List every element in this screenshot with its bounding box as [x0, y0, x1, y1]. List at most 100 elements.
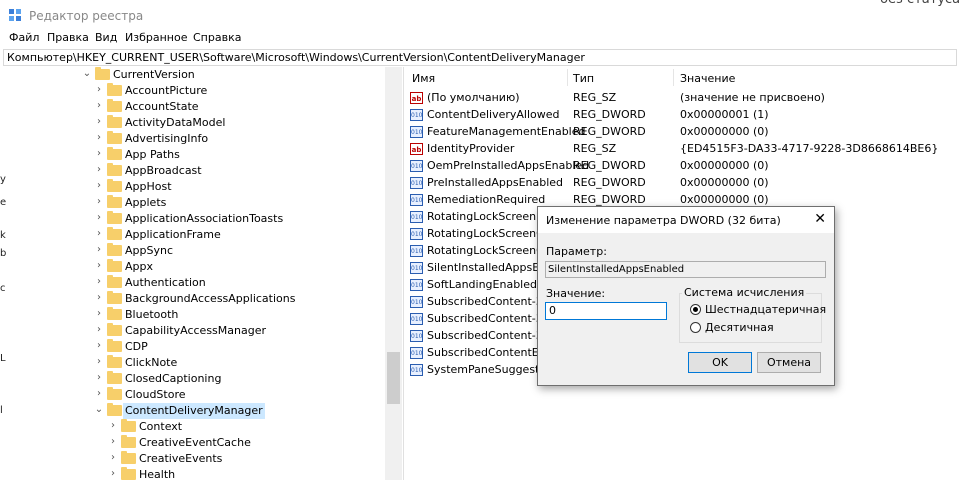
radio-dec[interactable] — [690, 322, 701, 333]
column-divider[interactable] — [567, 69, 568, 86]
tree-item[interactable]: › CreativeEvents — [0, 451, 385, 467]
chevron-right-icon[interactable]: › — [108, 453, 118, 463]
column-header-data[interactable]: Значение — [680, 72, 735, 85]
tree-item-label[interactable]: Context — [137, 419, 184, 435]
chevron-right-icon[interactable]: › — [108, 469, 118, 479]
column-header-name[interactable]: Имя — [412, 72, 435, 85]
chevron-right-icon[interactable]: › — [94, 277, 104, 287]
tree-item-label[interactable]: CloudStore — [123, 387, 188, 403]
tree-item-label[interactable]: CreativeEventCache — [137, 435, 253, 451]
tree-item[interactable]: › AppBroadcast — [0, 163, 385, 179]
tree-item[interactable]: › ClickNote — [0, 355, 385, 371]
value-row[interactable]: 010 ContentDeliveryAllowed REG_DWORD 0x0000… — [407, 107, 960, 124]
tree-item-label[interactable]: CDP — [123, 339, 150, 355]
tree-item[interactable]: › AccountPicture — [0, 83, 385, 99]
chevron-down-icon[interactable]: ⌄ — [94, 405, 104, 415]
tree-item[interactable]: › AppSync — [0, 243, 385, 259]
radio-hex[interactable] — [690, 304, 701, 315]
tree-item-label[interactable]: ApplicationAssociationToasts — [123, 211, 285, 227]
column-divider[interactable] — [673, 69, 674, 86]
tree-item-label[interactable]: CreativeEvents — [137, 451, 224, 467]
tree-item-label[interactable]: Health — [137, 467, 177, 480]
tree-item[interactable]: › CDP — [0, 339, 385, 355]
tree-item-label[interactable]: CurrentVersion — [111, 67, 197, 83]
value-row[interactable]: ab (По умолчанию) REG_SZ (значение не присв… — [407, 90, 960, 107]
menu-favorites[interactable]: Избранное — [125, 31, 187, 44]
chevron-right-icon[interactable]: › — [94, 325, 104, 335]
chevron-right-icon[interactable]: › — [94, 261, 104, 271]
tree-item-label[interactable]: AppSync — [123, 243, 175, 259]
radio-dec-label[interactable]: Десятичная — [705, 321, 774, 334]
chevron-right-icon[interactable]: › — [108, 421, 118, 431]
tree-item[interactable]: › AdvertisingInfo — [0, 131, 385, 147]
chevron-right-icon[interactable]: › — [94, 229, 104, 239]
chevron-right-icon[interactable]: › — [94, 309, 104, 319]
tree-item[interactable]: › AccountState — [0, 99, 385, 115]
chevron-right-icon[interactable]: › — [94, 101, 104, 111]
chevron-right-icon[interactable]: › — [94, 373, 104, 383]
tree-scrollbar[interactable] — [385, 67, 402, 480]
tree-item-label[interactable]: AppBroadcast — [123, 163, 204, 179]
tree-item[interactable]: › ApplicationAssociationToasts — [0, 211, 385, 227]
value-row[interactable]: 010 FeatureManagementEnabled REG_DWORD 0x00… — [407, 124, 960, 141]
close-icon[interactable]: ✕ — [814, 211, 826, 227]
menu-view[interactable]: Вид — [95, 31, 117, 44]
chevron-right-icon[interactable]: › — [94, 293, 104, 303]
value-row[interactable]: ab IdentityProvider REG_SZ {ED4515F3-DA33-4… — [407, 141, 960, 158]
menu-help[interactable]: Справка — [193, 31, 241, 44]
tree-item-label[interactable]: ContentDeliveryManager — [123, 403, 265, 419]
dialog-title-bar[interactable]: Изменение параметра DWORD (32 бита) ✕ — [538, 207, 834, 233]
tree-item[interactable]: › CapabilityAccessManager — [0, 323, 385, 339]
tree-item[interactable]: › ApplicationFrame — [0, 227, 385, 243]
tree-item[interactable]: ⌄ ContentDeliveryManager — [0, 403, 385, 419]
chevron-right-icon[interactable]: › — [94, 389, 104, 399]
ok-button[interactable]: OK — [688, 352, 752, 373]
tree-item[interactable]: › Bluetooth — [0, 307, 385, 323]
tree-item-label[interactable]: Authentication — [123, 275, 208, 291]
chevron-right-icon[interactable]: › — [94, 245, 104, 255]
value-input[interactable]: 0 — [545, 302, 667, 320]
chevron-right-icon[interactable]: › — [94, 165, 104, 175]
tree-item-label[interactable]: Appx — [123, 259, 155, 275]
tree-item-label[interactable]: AccountPicture — [123, 83, 209, 99]
tree-item-label[interactable]: Applets — [123, 195, 168, 211]
tree-item[interactable]: › ClosedCaptioning — [0, 371, 385, 387]
tree-scroll-thumb[interactable] — [387, 352, 400, 404]
chevron-right-icon[interactable]: › — [94, 341, 104, 351]
tree-item-label[interactable]: CapabilityAccessManager — [123, 323, 268, 339]
tree-item[interactable]: ⌄ CurrentVersion — [0, 67, 385, 83]
chevron-right-icon[interactable]: › — [94, 181, 104, 191]
value-row[interactable]: 010 PreInstalledAppsEnabled REG_DWORD 0x000… — [407, 175, 960, 192]
chevron-right-icon[interactable]: › — [94, 85, 104, 95]
tree-item[interactable]: › CloudStore — [0, 387, 385, 403]
cancel-button[interactable]: Отмена — [757, 352, 821, 373]
address-bar[interactable]: Компьютер\HKEY_CURRENT_USER\Software\Mic… — [3, 49, 957, 66]
chevron-right-icon[interactable]: › — [94, 357, 104, 367]
tree-item-label[interactable]: BackgroundAccessApplications — [123, 291, 297, 307]
tree-item-label[interactable]: ClosedCaptioning — [123, 371, 223, 387]
tree-item[interactable]: › AppHost — [0, 179, 385, 195]
column-header-type[interactable]: Тип — [573, 72, 594, 85]
radio-hex-label[interactable]: Шестнадцатеричная — [705, 303, 826, 316]
chevron-right-icon[interactable]: › — [94, 133, 104, 143]
tree-item-label[interactable]: Bluetooth — [123, 307, 180, 323]
tree-item[interactable]: › CreativeEventCache — [0, 435, 385, 451]
chevron-right-icon[interactable]: › — [94, 117, 104, 127]
tree-item[interactable]: › Context — [0, 419, 385, 435]
tree-item-label[interactable]: ApplicationFrame — [123, 227, 223, 243]
tree-item[interactable]: › Health — [0, 467, 385, 480]
tree-item[interactable]: › Appx — [0, 259, 385, 275]
tree-item-label[interactable]: AppHost — [123, 179, 174, 195]
chevron-right-icon[interactable]: › — [94, 213, 104, 223]
chevron-right-icon[interactable]: › — [94, 197, 104, 207]
menu-file[interactable]: Файл — [9, 31, 39, 44]
key-tree[interactable]: ⌄ CurrentVersion › AccountPicture › AccountSt… — [0, 67, 404, 480]
address-path[interactable]: Компьютер\HKEY_CURRENT_USER\Software\Mic… — [7, 51, 585, 64]
menu-edit[interactable]: Правка — [47, 31, 89, 44]
tree-item[interactable]: › BackgroundAccessApplications — [0, 291, 385, 307]
tree-item-label[interactable]: AccountState — [123, 99, 201, 115]
chevron-down-icon[interactable]: ⌄ — [82, 69, 92, 79]
tree-item-label[interactable]: ActivityDataModel — [123, 115, 227, 131]
value-row[interactable]: 010 OemPreInstalledAppsEnabled REG_DWORD 0x… — [407, 158, 960, 175]
tree-item[interactable]: › Applets — [0, 195, 385, 211]
